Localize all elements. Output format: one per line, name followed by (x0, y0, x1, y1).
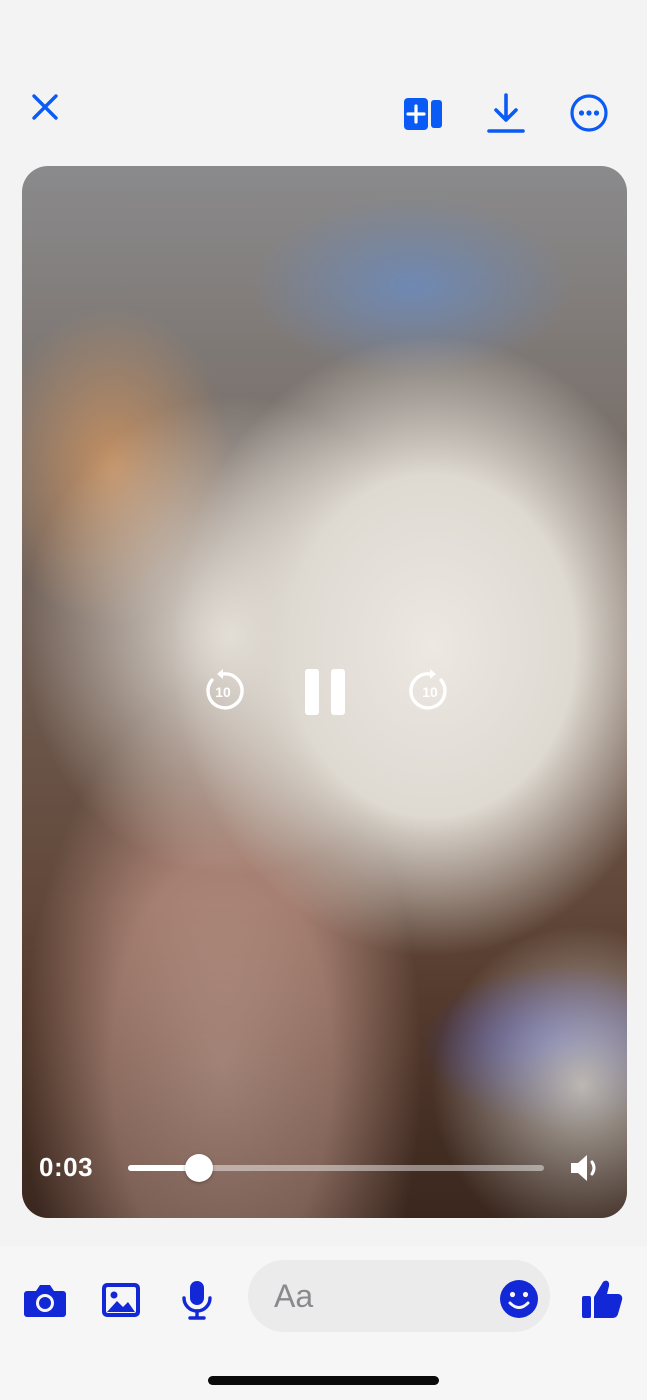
gallery-icon (102, 1283, 140, 1317)
emoji-button[interactable] (498, 1278, 540, 1320)
emoji-icon (500, 1280, 538, 1318)
add-to-story-button[interactable] (400, 92, 446, 136)
forward-seconds: 10 (422, 684, 438, 700)
gallery-button[interactable] (98, 1278, 144, 1322)
volume-icon (571, 1155, 596, 1181)
microphone-button[interactable] (177, 1278, 217, 1322)
video-player[interactable]: 10 10 0:03 (22, 166, 627, 1218)
camera-icon (24, 1285, 66, 1317)
close-icon (32, 94, 58, 120)
more-options-icon (570, 94, 608, 132)
pause-icon (305, 669, 345, 715)
progress-thumb[interactable] (184, 1154, 213, 1182)
more-options-button[interactable] (566, 90, 612, 136)
playback-time: 0:03 (39, 1152, 94, 1182)
viewer-header (0, 0, 647, 160)
rewind-seconds: 10 (215, 684, 231, 700)
message-input[interactable] (274, 1260, 494, 1332)
home-indicator (208, 1376, 439, 1385)
rewind-10-button[interactable]: 10 (200, 668, 246, 714)
progress-bar[interactable] (128, 1154, 544, 1182)
download-icon (487, 93, 525, 133)
forward-10-button[interactable]: 10 (407, 668, 453, 714)
thumbs-up-icon (582, 1280, 623, 1318)
add-to-story-icon (404, 98, 442, 130)
volume-button[interactable] (568, 1150, 604, 1186)
pause-button[interactable] (302, 666, 348, 718)
microphone-icon (182, 1281, 212, 1320)
camera-button[interactable] (22, 1280, 68, 1320)
close-button[interactable] (26, 88, 64, 126)
like-button[interactable] (579, 1276, 625, 1322)
download-button[interactable] (483, 90, 529, 136)
